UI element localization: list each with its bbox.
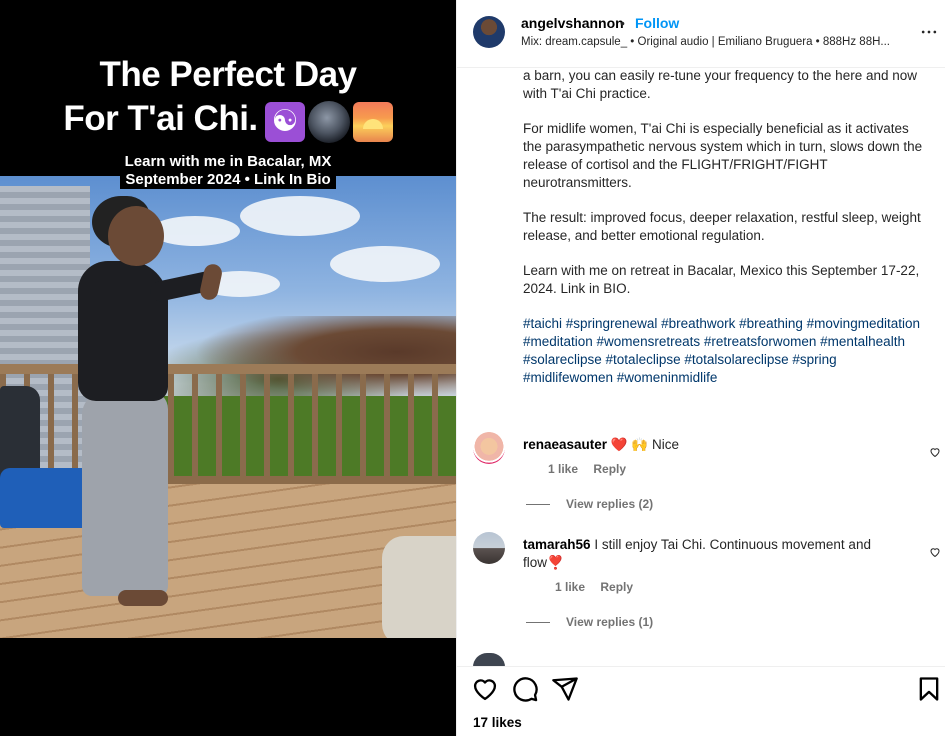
comment-reply-button[interactable]: Reply bbox=[593, 462, 626, 476]
media-subtitle-line2: September 2024 • Link In Bio bbox=[0, 170, 456, 189]
comment-like-heart-icon[interactable] bbox=[929, 446, 941, 458]
comment-username[interactable]: tamarah56 bbox=[523, 537, 591, 552]
caption-paragraph: a barn, you can easily re-tune your freq… bbox=[523, 68, 917, 101]
caption-hashtags[interactable]: #taichi #springrenewal #breathwork #brea… bbox=[523, 315, 923, 387]
comment-username[interactable]: renaeasauter bbox=[523, 437, 607, 452]
post-side-panel: a barn, you can easily re-tune your freq… bbox=[456, 0, 945, 736]
post-caption: a barn, you can easily re-tune your freq… bbox=[523, 67, 923, 404]
comment-body: tamarah56 I still enjoy Tai Chi. Continu… bbox=[523, 536, 893, 572]
comment-likes[interactable]: 1 like bbox=[555, 580, 585, 594]
heart-icon[interactable] bbox=[471, 675, 499, 703]
caption-paragraph: For midlife women, T'ai Chi is especiall… bbox=[523, 121, 923, 190]
comment-meta: 1 like Reply bbox=[555, 580, 633, 594]
media-subtitle-line2-text: September 2024 • Link In Bio bbox=[120, 170, 336, 189]
yin-yang-icon bbox=[264, 102, 305, 143]
audio-info[interactable]: Mix: dream.capsule_ • Original audio | E… bbox=[521, 36, 916, 48]
view-replies-button[interactable]: View replies (2) bbox=[526, 497, 653, 511]
comment-avatar[interactable] bbox=[473, 432, 505, 464]
comment-meta: 1 like Reply bbox=[548, 462, 626, 476]
author-username[interactable]: angelvshannon bbox=[521, 15, 624, 31]
sunrise-icon bbox=[352, 102, 393, 143]
share-icon[interactable] bbox=[551, 675, 579, 703]
comment-like-heart-icon[interactable] bbox=[929, 546, 941, 558]
media-title-line1: The Perfect Day bbox=[99, 55, 357, 94]
header-separator: • bbox=[620, 15, 625, 31]
comment-peek-text: … bbox=[523, 653, 903, 663]
view-replies-button[interactable]: View replies (1) bbox=[526, 615, 653, 629]
caption-paragraph: The result: improved focus, deeper relax… bbox=[523, 210, 921, 243]
comment-avatar[interactable] bbox=[473, 653, 505, 667]
comment-body: renaeasauter ❤️ 🙌 Nice bbox=[523, 436, 893, 454]
media-subtitle-line1: Learn with me in Bacalar, MX bbox=[0, 152, 456, 171]
full-moon-icon bbox=[307, 101, 350, 144]
bookmark-icon[interactable] bbox=[915, 675, 943, 703]
follow-button[interactable]: Follow bbox=[635, 15, 679, 31]
post-media[interactable]: The Perfect Day For T'ai Chi. Learn with… bbox=[0, 0, 456, 736]
comment-likes[interactable]: 1 like bbox=[548, 462, 578, 476]
instagram-post-view: The Perfect Day For T'ai Chi. Learn with… bbox=[0, 0, 945, 736]
comment-icon[interactable] bbox=[511, 675, 539, 703]
comment-reply-button[interactable]: Reply bbox=[600, 580, 633, 594]
media-title-line2-text: For T'ai Chi. bbox=[63, 99, 258, 138]
comment-avatar[interactable] bbox=[473, 532, 505, 564]
likes-count[interactable]: 17 likes bbox=[473, 715, 522, 730]
post-actions-bar: 17 likes bbox=[457, 666, 945, 736]
post-header: angelvshannon • Follow Mix: dream.capsul… bbox=[457, 0, 945, 68]
author-avatar[interactable] bbox=[473, 16, 505, 48]
media-title-line2: For T'ai Chi. bbox=[0, 97, 456, 144]
post-photo bbox=[0, 176, 456, 638]
comment-text: ❤️ 🙌 Nice bbox=[610, 437, 679, 452]
media-subtitle-line1-text: Learn with me in Bacalar, MX bbox=[119, 152, 337, 171]
caption-paragraph: Learn with me on retreat in Bacalar, Mex… bbox=[523, 263, 920, 296]
more-options-icon[interactable] bbox=[919, 22, 939, 42]
